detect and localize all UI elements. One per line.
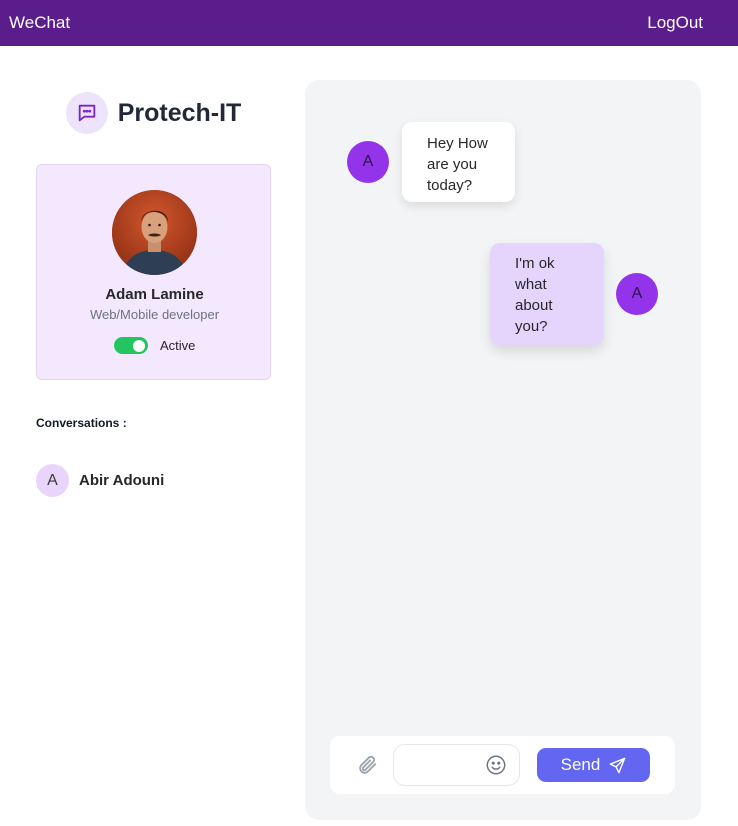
logout-link[interactable]: LogOut (647, 13, 703, 33)
logo-row: Protech-IT (36, 80, 271, 146)
toggle-knob (133, 339, 145, 352)
conversation-avatar: A (36, 464, 69, 497)
status-label: Active (160, 338, 196, 353)
conversation-item[interactable]: A Abir Adouni (36, 464, 164, 497)
app-brand[interactable]: WeChat (9, 13, 70, 33)
conversation-name: Abir Adouni (79, 472, 165, 489)
message-avatar-outgoing: A (616, 273, 658, 315)
message-input-wrapper (393, 744, 520, 786)
chat-bubble-icon (65, 92, 108, 134)
profile-card: Adam Lamine Web/Mobile developer Active (36, 164, 271, 380)
send-icon (610, 757, 626, 773)
avatar (112, 190, 197, 275)
chat-panel: A Hey How are you today? I'm ok what abo… (305, 80, 701, 820)
message-composer: Send (330, 736, 675, 794)
profile-role: Web/Mobile developer (89, 307, 220, 322)
logo-title: Protech-IT (117, 98, 242, 127)
top-navbar: WeChat LogOut (0, 0, 738, 46)
conversations-heading: Conversations : (36, 416, 127, 430)
status-toggle[interactable] (114, 337, 148, 354)
message-input[interactable] (402, 753, 482, 777)
send-button[interactable]: Send (537, 748, 650, 782)
status-row: Active (114, 337, 195, 354)
send-label: Send (560, 755, 601, 774)
profile-name: Adam Lamine (105, 286, 204, 303)
emoji-icon[interactable] (485, 754, 507, 776)
message-bubble-outgoing: I'm ok what about you? (490, 243, 604, 345)
sidebar: Protech-IT Adam Lamine Web/Mobile develo… (36, 80, 271, 497)
message-avatar-incoming: A (347, 141, 389, 183)
paperclip-icon[interactable] (356, 754, 378, 776)
message-bubble-incoming: Hey How are you today? (402, 122, 515, 202)
